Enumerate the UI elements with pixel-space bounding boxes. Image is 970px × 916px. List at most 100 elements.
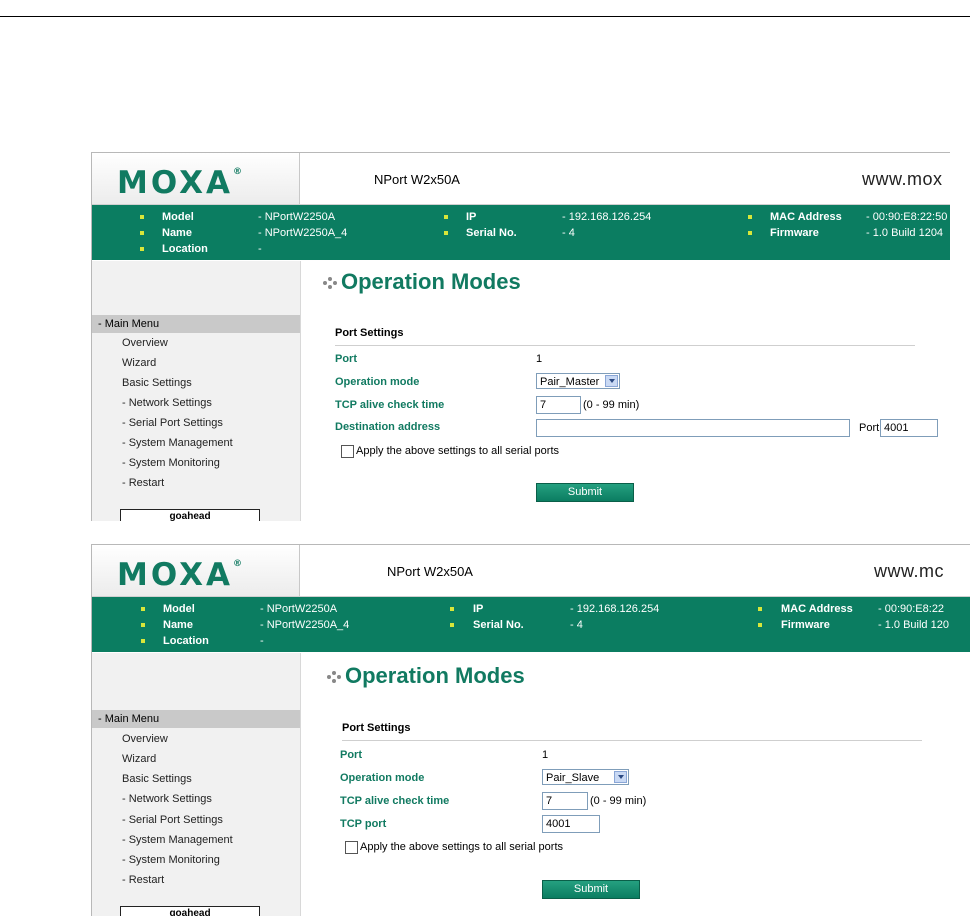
tcp-alive-hint: (0 - 99 min) bbox=[590, 795, 647, 807]
mac-value: - 00:90:E8:22:50 bbox=[866, 211, 948, 223]
menu-item-overview[interactable]: Overview bbox=[122, 337, 168, 349]
apply-all-checkbox[interactable] bbox=[341, 445, 354, 458]
bullet-icon bbox=[758, 623, 762, 627]
destination-port-input[interactable]: 4001 bbox=[880, 419, 938, 437]
page-title: Operation Modes bbox=[323, 269, 521, 295]
firmware-value: - 1.0 Build 1204 bbox=[866, 227, 944, 239]
bullet-icon bbox=[141, 623, 145, 627]
section-title: Port Settings bbox=[335, 327, 915, 346]
menu-item-system-management[interactable]: - System Management bbox=[122, 437, 233, 449]
logo-cell: MOXA® bbox=[92, 153, 300, 204]
tcp-port-label: TCP port bbox=[340, 818, 387, 830]
name-label: Name bbox=[163, 619, 193, 631]
operation-mode-select[interactable]: Pair_Slave bbox=[542, 769, 629, 785]
model-label: Model bbox=[163, 603, 195, 615]
serial-value: - 4 bbox=[562, 227, 575, 239]
port-label: Port bbox=[340, 749, 362, 761]
menu-item-restart[interactable]: - Restart bbox=[122, 477, 164, 489]
main-content: Operation Modes Port Settings Port 1 Ope… bbox=[301, 261, 950, 521]
main-menu-header[interactable]: - Main Menu bbox=[92, 315, 300, 333]
submit-button[interactable]: Submit bbox=[542, 880, 640, 899]
bullet-icon bbox=[748, 215, 752, 219]
ip-value: - 192.168.126.254 bbox=[562, 211, 652, 223]
goahead-badge: goahead bbox=[120, 509, 260, 521]
apply-all-label: Apply the above settings to all serial p… bbox=[356, 445, 560, 457]
tcp-alive-label: TCP alive check time bbox=[335, 399, 445, 411]
page-title: Operation Modes bbox=[327, 663, 525, 689]
ip-value: - 192.168.126.254 bbox=[570, 603, 660, 615]
apply-all-label: Apply the above settings to all serial p… bbox=[360, 841, 564, 853]
menu-item-wizard[interactable]: Wizard bbox=[122, 357, 156, 369]
device-info-band: Model - NPortW2250A Name - NPortW2250A_4… bbox=[92, 205, 950, 260]
menu-item-serial-port-settings[interactable]: - Serial Port Settings bbox=[122, 814, 223, 826]
port-value: 1 bbox=[542, 749, 549, 761]
port-label: Port bbox=[335, 353, 357, 365]
apply-all-checkbox[interactable] bbox=[345, 841, 358, 854]
menu-item-restart[interactable]: - Restart bbox=[122, 874, 164, 886]
name-label: Name bbox=[162, 227, 192, 239]
header: MOXA® NPort W2x50A www.mc bbox=[92, 545, 970, 597]
name-value: - NPortW2250A_4 bbox=[260, 619, 350, 631]
bullet-icon bbox=[444, 231, 448, 235]
tcp-port-input[interactable]: 4001 bbox=[542, 815, 600, 833]
main-menu-header[interactable]: - Main Menu bbox=[92, 710, 300, 728]
main-content: Operation Modes Port Settings Port 1 Ope… bbox=[301, 653, 970, 916]
screenshot-pair-slave: MOXA® NPort W2x50A www.mc Model - NPortW… bbox=[91, 544, 970, 916]
menu-item-system-monitoring[interactable]: - System Monitoring bbox=[122, 854, 220, 866]
bullet-icon bbox=[140, 215, 144, 219]
operation-mode-label: Operation mode bbox=[340, 772, 425, 784]
logo-cell: MOXA® bbox=[92, 545, 300, 596]
location-label: Location bbox=[163, 635, 209, 647]
screenshot-pair-master: MOXA® NPort W2x50A www.mox Model - NPort… bbox=[91, 152, 950, 521]
menu-item-network-settings[interactable]: - Network Settings bbox=[122, 397, 212, 409]
tcp-alive-hint: (0 - 99 min) bbox=[583, 399, 640, 411]
submit-button[interactable]: Submit bbox=[536, 483, 634, 502]
bullet-icon bbox=[140, 247, 144, 251]
menu-item-basic-settings[interactable]: Basic Settings bbox=[122, 377, 192, 389]
website-link[interactable]: www.mox bbox=[862, 169, 943, 190]
menu-item-wizard[interactable]: Wizard bbox=[122, 753, 156, 765]
tcp-alive-input[interactable]: 7 bbox=[542, 792, 588, 810]
product-name: NPort W2x50A bbox=[374, 172, 460, 187]
chevron-down-icon bbox=[614, 771, 627, 783]
serial-label: Serial No. bbox=[473, 619, 524, 631]
port-value: 1 bbox=[536, 353, 543, 365]
firmware-label: Firmware bbox=[781, 619, 830, 631]
sidebar: - Main Menu Overview Wizard Basic Settin… bbox=[92, 261, 301, 521]
ip-label: IP bbox=[466, 211, 477, 223]
bullet-icon bbox=[140, 231, 144, 235]
bullet-icon bbox=[748, 231, 752, 235]
serial-label: Serial No. bbox=[466, 227, 517, 239]
mac-value: - 00:90:E8:22 bbox=[878, 603, 945, 615]
tcp-alive-label: TCP alive check time bbox=[340, 795, 450, 807]
destination-address-label: Destination address bbox=[335, 421, 441, 433]
model-label: Model bbox=[162, 211, 194, 223]
operation-mode-select[interactable]: Pair_Master bbox=[536, 373, 620, 389]
menu-item-serial-port-settings[interactable]: - Serial Port Settings bbox=[122, 417, 223, 429]
menu-item-overview[interactable]: Overview bbox=[122, 733, 168, 745]
title-dots-icon bbox=[323, 276, 339, 290]
location-value: - bbox=[260, 635, 264, 647]
menu-item-network-settings[interactable]: - Network Settings bbox=[122, 793, 212, 805]
website-link[interactable]: www.mc bbox=[874, 561, 944, 582]
destination-address-input[interactable] bbox=[536, 419, 850, 437]
location-label: Location bbox=[162, 243, 208, 255]
operation-mode-label: Operation mode bbox=[335, 376, 420, 388]
firmware-value: - 1.0 Build 120 bbox=[878, 619, 949, 631]
location-value: - bbox=[258, 243, 262, 255]
menu-item-system-monitoring[interactable]: - System Monitoring bbox=[122, 457, 220, 469]
title-dots-icon bbox=[327, 670, 343, 684]
bullet-icon bbox=[450, 623, 454, 627]
bullet-icon bbox=[444, 215, 448, 219]
mac-label: MAC Address bbox=[770, 211, 842, 223]
moxa-logo: MOXA® bbox=[117, 557, 242, 593]
name-value: - NPortW2250A_4 bbox=[258, 227, 348, 239]
mac-label: MAC Address bbox=[781, 603, 853, 615]
moxa-logo: MOXA® bbox=[117, 165, 242, 201]
destination-port-label: Port bbox=[859, 422, 880, 434]
menu-item-system-management[interactable]: - System Management bbox=[122, 834, 233, 846]
menu-item-basic-settings[interactable]: Basic Settings bbox=[122, 773, 192, 785]
tcp-alive-input[interactable]: 7 bbox=[536, 396, 581, 414]
bullet-icon bbox=[141, 607, 145, 611]
bullet-icon bbox=[450, 607, 454, 611]
